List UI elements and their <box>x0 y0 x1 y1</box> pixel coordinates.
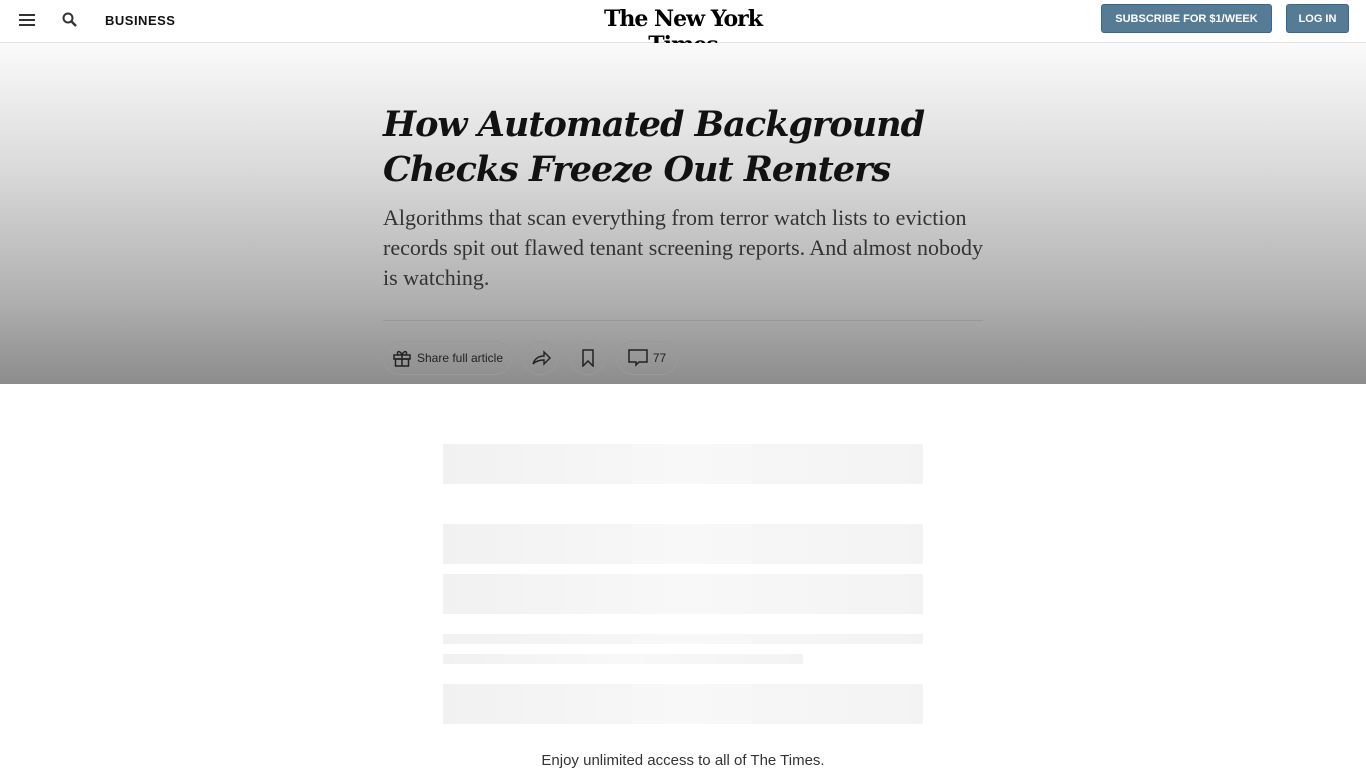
loading-placeholder <box>443 524 923 564</box>
subscribe-button[interactable]: SUBSCRIBE FOR $1/WEEK <box>1101 4 1272 33</box>
share-full-article-button[interactable]: Share full article <box>383 341 512 375</box>
comment-icon <box>628 349 648 367</box>
section-link[interactable]: BUSINESS <box>105 13 175 28</box>
divider <box>383 320 983 321</box>
comment-count: 77 <box>652 351 667 365</box>
top-nav: BUSINESS The New York Times SUBSCRIBE FO… <box>0 0 1366 58</box>
headline: How Automated Background Checks Freeze O… <box>383 104 925 190</box>
paywall-message: Enjoy unlimited access to all of The Tim… <box>541 752 825 769</box>
loading-placeholder <box>443 684 923 724</box>
gift-icon <box>393 350 411 367</box>
save-button[interactable] <box>570 341 605 375</box>
loading-placeholder <box>443 444 923 484</box>
comments-button[interactable]: 77 <box>616 341 678 375</box>
share-button[interactable] <box>523 341 558 375</box>
login-button[interactable]: LOG IN <box>1286 4 1349 33</box>
share-label: Share full article <box>416 351 504 365</box>
loading-placeholder <box>443 654 803 664</box>
loading-placeholder <box>443 634 923 644</box>
menu-icon[interactable] <box>19 14 35 26</box>
loading-placeholder <box>443 574 923 614</box>
share-arrow-icon <box>531 350 551 366</box>
search-icon[interactable] <box>62 12 78 28</box>
summary: Algorithms that scan everything from ter… <box>383 205 983 290</box>
bookmark-icon <box>581 349 594 367</box>
